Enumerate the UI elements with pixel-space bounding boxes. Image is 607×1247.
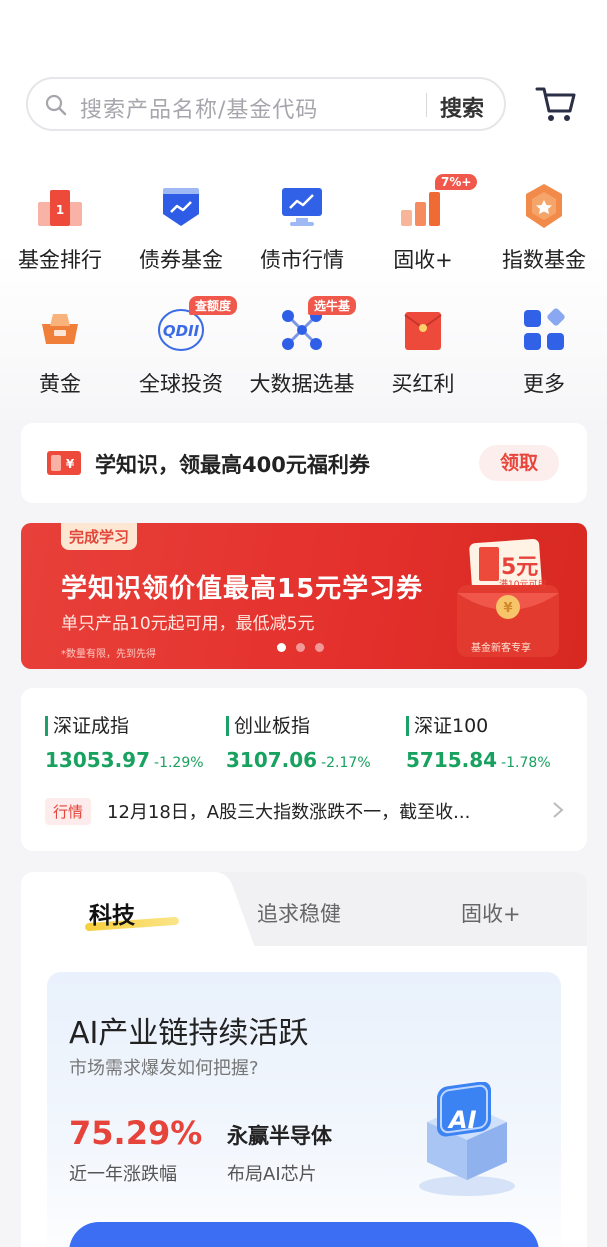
feature-subtitle: 市场需求爆发如何把握? [69,1058,259,1079]
carousel-dot[interactable] [277,643,286,652]
chevron-right-icon [553,802,564,818]
cart-icon[interactable] [534,83,578,123]
carousel-indicator [277,637,334,656]
feature-action-button[interactable] [69,1222,539,1247]
market-card: 深证成指 13053.97 -1.29% 创业板指 3107.06 -2.17% 深… [21,688,587,851]
index-item[interactable]: 深证成指 13053.97 -1.29% [45,716,225,772]
recommend-card: 科技 追求稳健 固收+ AI产业链持续活跃 市场需求爆发如何把握? 75.29%… [21,872,587,1247]
bond-fund-icon [155,180,207,232]
promo-text: 学知识，领最高400元福利券 [95,453,370,477]
coupon-icon: ¥ [47,451,81,475]
search-divider [426,93,427,117]
category-badge: 7%+ [435,174,478,190]
tab-tech[interactable]: 科技 [89,896,135,930]
category-label: 指数基金 [502,248,586,272]
banner-subtitle: 单只产品10元起可用，最低减5元 [61,614,315,634]
tab-bar: 科技 追求稳健 固收+ [21,872,587,946]
tab-fixed-income[interactable]: 固收+ [461,898,521,928]
more-icon [518,304,570,356]
category-item-ranking[interactable]: 1 基金排行 [0,180,120,274]
svg-text:QDII: QDII [163,322,200,340]
index-fund-icon [518,180,570,232]
category-label: 基金排行 [18,248,102,272]
search-input[interactable]: 搜索产品名称/基金代码 搜索 [26,77,506,131]
index-name: 深证100 [406,716,586,736]
banner-note: *数量有限，先到先得 [61,649,156,660]
search-placeholder: 搜索产品名称/基金代码 [80,98,319,123]
category-label: 全球投资 [139,372,223,396]
qdii-icon: QDII 查额度 [155,296,238,356]
gold-icon [34,304,86,356]
big-data-icon: 选牛基 [276,296,357,356]
index-change: -1.78% [501,755,551,771]
search-button[interactable]: 搜索 [440,91,484,123]
category-item-global-investment[interactable]: QDII 查额度 全球投资 [121,296,241,398]
category-item-index-fund[interactable]: 指数基金 [484,180,604,274]
banner-tag: 完成学习 [61,523,138,550]
category-label: 大数据选基 [249,372,355,396]
index-value: 5715.84 [406,748,498,772]
tab-stable[interactable]: 追求稳健 [257,898,341,928]
svg-text:1: 1 [56,203,64,217]
svg-text:¥: ¥ [66,457,75,471]
claim-button[interactable]: 领取 [479,445,559,481]
feature-card[interactable]: AI产业链持续活跃 市场需求爆发如何把握? 75.29% 近一年涨跌幅 永赢半导… [47,972,561,1247]
category-item-bond-market[interactable]: 债市行情 [242,180,362,274]
index-value: 3107.06 [226,748,318,772]
category-item-dividend[interactable]: 买红利 [363,304,483,398]
feature-title: AI产业链持续活跃 [69,1016,309,1051]
svg-text:¥: ¥ [503,601,512,616]
carousel-dot[interactable] [315,643,324,652]
index-item[interactable]: 创业板指 3107.06 -2.17% [226,716,406,772]
index-change: -1.29% [154,755,204,771]
category-item-gold[interactable]: 黄金 [0,304,120,398]
category-label: 债券基金 [139,248,223,272]
category-badge: 查额度 [189,296,238,315]
promo-banner[interactable]: 完成学习 学知识领价值最高15元学习券 单只产品10元起可用，最低减5元 *数量… [21,523,587,669]
red-envelope-icon: ¥ 5元 满10元可用 基金新客专享 [453,535,563,663]
news-text: 12月18日，A股三大指数涨跌不一，截至收... [107,802,471,823]
dividend-icon [397,304,449,356]
ranking-icon: 1 [34,180,86,232]
category-label: 债市行情 [260,248,344,272]
category-item-big-data[interactable]: 选牛基 大数据选基 [242,296,362,398]
feature-percent: 75.29% [69,1114,203,1152]
promo-bar[interactable]: ¥ 学知识，领最高400元福利券 领取 [21,423,587,503]
category-item-bond-fund[interactable]: 债券基金 [121,180,241,274]
fixed-income-icon: 7%+ [397,174,478,232]
coupon-label: 基金新客专享 [471,643,531,654]
category-item-more[interactable]: 更多 [484,304,604,398]
index-value: 13053.97 [45,748,151,772]
coupon-condition: 满10元可用 [499,580,547,590]
category-label: 固收+ [393,248,453,272]
news-tag: 行情 [45,798,92,825]
ai-chip-label: AI [449,1106,477,1134]
index-change: -2.17% [321,755,371,771]
ai-chip-icon: AI [407,1081,527,1202]
category-badge: 选牛基 [308,296,357,315]
feature-percent-label: 近一年涨跌幅 [69,1164,177,1185]
feature-fund-desc: 布局AI芯片 [227,1164,317,1185]
category-label: 黄金 [39,372,81,396]
search-bar: 搜索产品名称/基金代码 搜索 [26,77,586,133]
category-item-fixed-income[interactable]: 7%+ 固收+ [363,174,483,274]
index-name: 深证成指 [45,716,225,736]
category-label: 更多 [523,372,565,396]
index-item[interactable]: 深证100 5715.84 -1.78% [406,716,586,772]
feature-fund-name: 永赢半导体 [227,1124,332,1148]
category-label: 买红利 [391,372,455,396]
bond-market-icon [276,180,328,232]
banner-title: 学知识领价值最高15元学习券 [61,574,424,604]
market-news[interactable]: 行情 12月18日，A股三大指数涨跌不一，截至收... [45,796,565,830]
search-icon [45,94,67,116]
carousel-dot[interactable] [296,643,305,652]
index-name: 创业板指 [226,716,406,736]
